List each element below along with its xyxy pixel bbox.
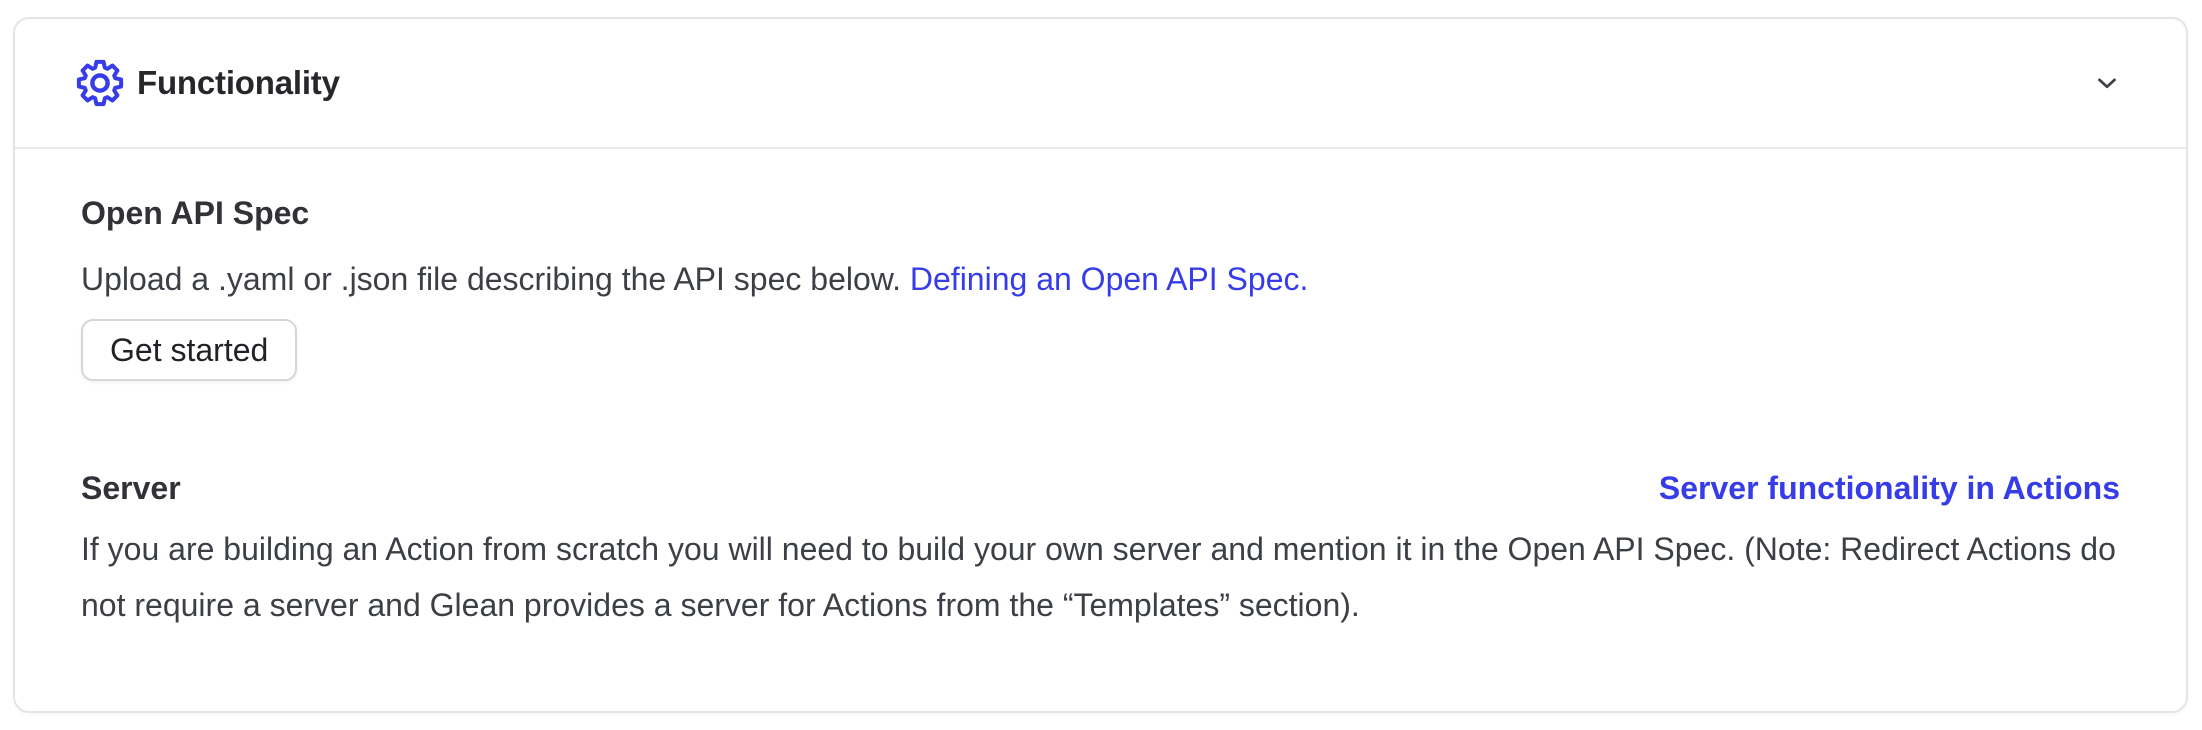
server-functionality-link[interactable]: Server functionality in Actions xyxy=(1659,468,2120,508)
server-description: If you are building an Action from scrat… xyxy=(81,521,2120,633)
header-left: Functionality xyxy=(76,59,340,107)
open-api-spec-description-text: Upload a .yaml or .json file describing … xyxy=(81,261,901,297)
open-api-spec-heading: Open API Spec xyxy=(81,193,2120,233)
functionality-section-header[interactable]: Functionality xyxy=(15,19,2186,149)
functionality-section-body: Open API Spec Upload a .yaml or .json fi… xyxy=(15,149,2186,633)
get-started-button[interactable]: Get started xyxy=(81,319,297,381)
section-title: Functionality xyxy=(137,64,340,102)
server-heading: Server xyxy=(81,468,181,508)
gear-icon xyxy=(76,59,124,107)
open-api-spec-description: Upload a .yaml or .json file describing … xyxy=(81,255,2120,303)
server-row: Server Server functionality in Actions xyxy=(81,468,2120,508)
chevron-down-icon[interactable] xyxy=(2092,68,2122,98)
defining-open-api-spec-link[interactable]: Defining an Open API Spec. xyxy=(910,261,1308,297)
functionality-card: Functionality Open API Spec Upload a .ya… xyxy=(13,17,2188,713)
